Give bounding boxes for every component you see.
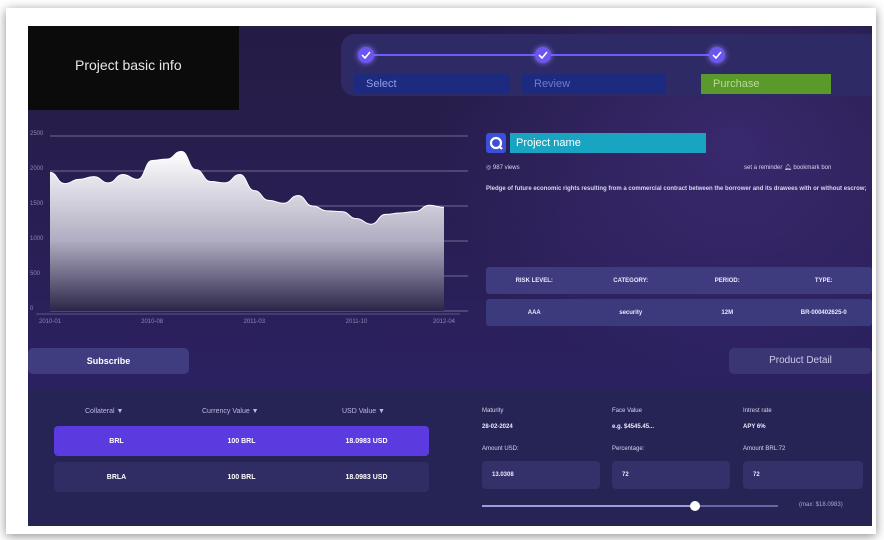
interest-rate-value: APY 6%	[743, 424, 766, 430]
step-purchase-label[interactable]: Purchase	[701, 74, 831, 94]
chart-x-tick-label: 2010-01	[39, 319, 62, 325]
category-header: CATEGORY:	[613, 277, 649, 284]
info-table-header-row: RISK LEVEL: CATEGORY: PERIOD: TYPE:	[486, 267, 872, 294]
project-name-title: Project name	[510, 133, 706, 153]
product-detail-button[interactable]: Product Detail	[729, 348, 872, 374]
project-description: Pledge of future economic rights resulti…	[486, 186, 867, 192]
percentage-input[interactable]: 72	[612, 461, 730, 489]
chart-x-tick-label: 2011-03	[244, 319, 266, 325]
purchase-stepper: Select Review Purchase	[341, 34, 872, 96]
chart-y-tick-label: 1500	[30, 201, 44, 207]
period-header: PERIOD:	[714, 277, 740, 284]
chart-x-tick-label: 2012-04	[433, 319, 456, 325]
chart-y-tick-label: 2000	[30, 166, 44, 172]
project-info-table: RISK LEVEL: CATEGORY: PERIOD: TYPE: AAA …	[486, 267, 872, 326]
views-count: ◎ 987 views	[486, 164, 520, 171]
app-window: Project basic info Select Review Purchas…	[28, 26, 872, 526]
collateral-row-brl[interactable]: BRL 100 BRL 18.0983 USD	[54, 426, 429, 456]
collateral-name: BRL	[109, 437, 124, 445]
chart-y-tick-label: 2500	[30, 131, 44, 137]
collateral-usd-value: 18.0983 USD	[345, 473, 388, 481]
chart-x-tick-label: 2010-08	[141, 319, 164, 325]
collateral-usd-value: 18.0983 USD	[345, 437, 388, 445]
amount-brl-label: Amount BRL:72	[743, 446, 786, 452]
project-basic-info-panel: Project basic info	[28, 26, 239, 110]
info-table-value-row: AAA security 12M BR-000402625-0	[486, 299, 872, 326]
chart-y-tick-label: 1000	[30, 236, 44, 242]
amount-usd-label: Amount USD:	[482, 446, 519, 452]
step-select-check-icon[interactable]	[358, 47, 374, 63]
amount-slider-fill	[482, 505, 696, 507]
bookmark-link[interactable]: bookmark bon	[793, 165, 831, 171]
project-logo-icon	[486, 133, 506, 153]
amount-usd-input[interactable]: 13.0308	[482, 461, 600, 489]
set-reminder-link[interactable]: set a reminder	[744, 165, 782, 171]
amount-brl-input[interactable]: 72	[743, 461, 863, 489]
currency-value-header[interactable]: Currency Value ▼	[202, 408, 259, 415]
eye-icon: ◎	[486, 165, 492, 171]
bell-icon[interactable]: 🔔︎	[784, 165, 792, 171]
chart-area-series	[50, 151, 444, 311]
step-select-label[interactable]: Select	[354, 74, 510, 94]
type-value: BR-000402625-0	[800, 309, 847, 316]
risk-level-header: RISK LEVEL:	[515, 277, 553, 284]
collateral-currency-value: 100 BRL	[227, 473, 256, 481]
collateral-row-brla[interactable]: BRLA 100 BRL 18.0983 USD	[54, 462, 429, 492]
collateral-name: BRLA	[106, 473, 127, 481]
period-value: 12M	[721, 309, 734, 316]
project-basic-info-title: Project basic info	[75, 57, 182, 73]
price-area-chart: 0 500 1000 1500 2000 2500 2010-01 2010-08 2011-0…	[30, 131, 468, 325]
reminder-bookmark-bar: set a reminder 🔔︎ bookmark bon	[744, 164, 831, 171]
maturity-value: 28-02-2024	[482, 424, 513, 430]
chart-x-tick-label: 2011-10	[346, 319, 368, 325]
subscribe-button[interactable]: Subscribe	[28, 348, 189, 374]
step-review-label[interactable]: Review	[522, 74, 666, 94]
step-review-check-icon[interactable]	[535, 47, 551, 63]
face-value-label: Face Value	[612, 408, 642, 414]
risk-level-value: AAA	[527, 309, 541, 316]
face-value-value: e.g. $4545.45...	[612, 424, 655, 430]
chart-y-tick-label: 0	[30, 306, 34, 312]
interest-rate-label: Intrest rate	[743, 408, 772, 414]
category-value: security	[619, 309, 643, 316]
max-amount-label: (max: $18.0983)	[799, 502, 843, 508]
collateral-header[interactable]: Collateral ▼	[85, 408, 123, 415]
percentage-label: Percentage:	[612, 446, 645, 452]
step-purchase-check-icon[interactable]	[709, 47, 725, 63]
chart-y-tick-label: 500	[30, 271, 41, 277]
collateral-currency-value: 100 BRL	[227, 437, 256, 445]
views-count-text: 987 views	[492, 165, 520, 171]
maturity-label: Maturity	[482, 408, 504, 414]
type-header: TYPE:	[814, 277, 833, 284]
usd-value-header[interactable]: USD Value ▼	[342, 408, 385, 415]
